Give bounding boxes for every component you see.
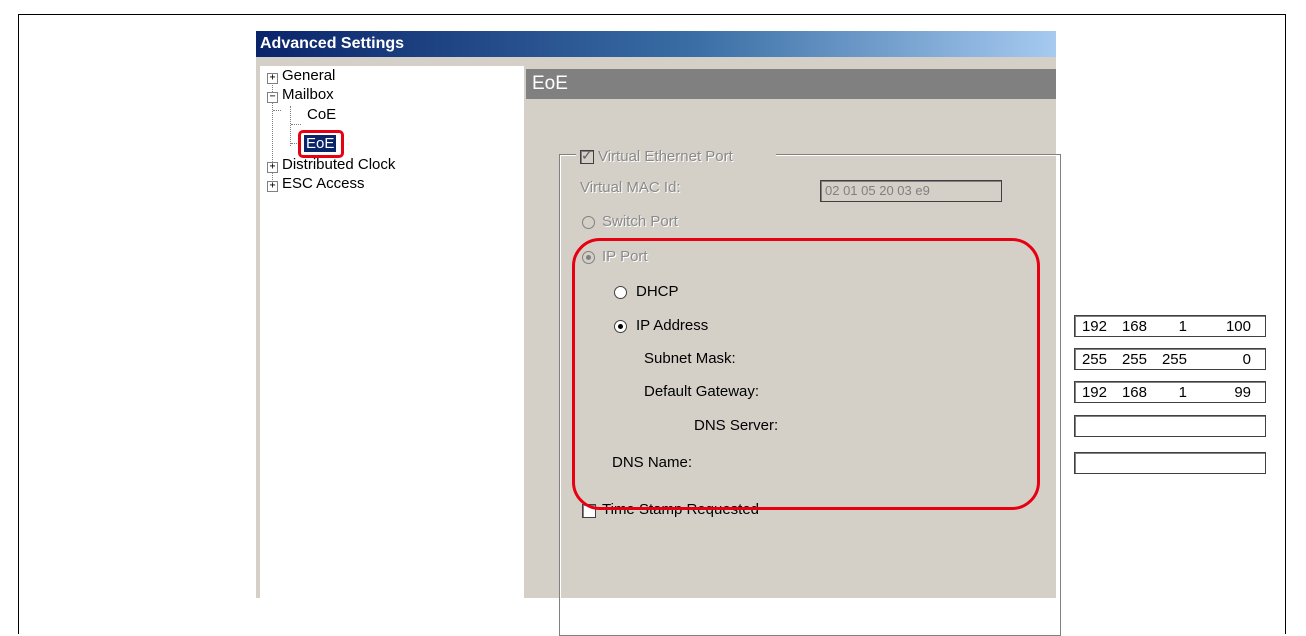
tree-item-label: General — [282, 67, 336, 84]
virtual-ethernet-port-checkbox[interactable]: ✓ — [580, 147, 594, 164]
subnet-octet: 255 — [1121, 351, 1147, 368]
virtual-ethernet-port-label: Virtual Ethernet Port — [598, 148, 733, 165]
expand-icon[interactable]: + — [267, 162, 278, 173]
settings-tree[interactable]: + General − Mailbox CoE EoE + Distribute… — [260, 66, 524, 598]
tree-item-esc-access[interactable]: ESC Access — [282, 175, 365, 193]
tree-item-coe[interactable]: CoE — [307, 106, 336, 124]
check-icon: ✓ — [581, 147, 593, 163]
gateway-octet: 192 — [1081, 384, 1107, 401]
switch-port-radio[interactable] — [582, 216, 595, 229]
highlight-region — [572, 238, 1040, 510]
gateway-octet: 168 — [1121, 384, 1147, 401]
ip-octet: 1 — [1178, 318, 1187, 335]
expand-icon[interactable]: + — [267, 181, 278, 192]
window-title: Advanced Settings — [256, 31, 1056, 57]
virtual-mac-label: Virtual MAC Id: — [580, 179, 681, 196]
tree-item-mailbox[interactable]: Mailbox — [282, 86, 334, 104]
ip-octet: 100 — [1225, 318, 1251, 335]
subnet-octet: 0 — [1242, 351, 1251, 368]
highlight-box — [298, 130, 344, 158]
subnet-octet: 255 — [1081, 351, 1107, 368]
dns-server-field[interactable] — [1074, 415, 1266, 437]
dns-name-field[interactable] — [1074, 452, 1266, 474]
tree-item-label: ESC Access — [282, 175, 365, 192]
ip-octet: 168 — [1121, 318, 1147, 335]
tree-item-general[interactable]: General — [282, 67, 335, 85]
tree-item-label: Distributed Clock — [282, 156, 396, 173]
subnet-octet: 255 — [1161, 351, 1187, 368]
gateway-octet: 1 — [1178, 384, 1187, 401]
switch-port-label: Switch Port — [602, 213, 678, 230]
default-gateway-field[interactable]: 192 168 1 99 — [1074, 381, 1266, 403]
tree-item-label: CoE — [307, 106, 337, 123]
tree-item-label: Mailbox — [282, 86, 334, 103]
virtual-mac-field[interactable]: 02 01 05 20 03 e9 — [820, 180, 1002, 202]
collapse-icon[interactable]: − — [267, 92, 278, 103]
gateway-octet: 99 — [1234, 384, 1251, 401]
pane-title: EoE — [526, 69, 1056, 99]
tree-item-distributed-clock[interactable]: Distributed Clock — [282, 156, 395, 174]
expand-icon[interactable]: + — [267, 73, 278, 84]
subnet-mask-field[interactable]: 255 255 255 0 — [1074, 348, 1266, 370]
ip-octet: 192 — [1081, 318, 1107, 335]
ip-address-field[interactable]: 192 168 1 100 — [1074, 315, 1266, 337]
